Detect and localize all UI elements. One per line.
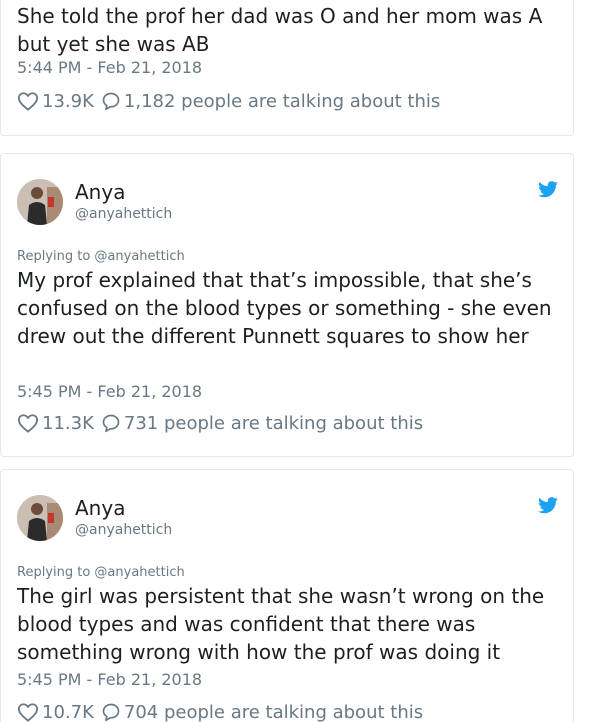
tweet-timestamp[interactable]: 5:45 PM - Feb 21, 2018	[17, 670, 202, 689]
speech-bubble-icon	[101, 702, 121, 722]
avatar[interactable]	[17, 179, 63, 225]
like-count: 11.3K	[42, 412, 94, 434]
talk-link[interactable]: 731 people are talking about this	[101, 413, 430, 434]
tweet-text: The girl was persistent that she wasn’t …	[17, 584, 551, 664]
talking-text: 704 people are talking about this	[123, 701, 424, 722]
author-name[interactable]: Anya	[75, 180, 125, 204]
tweet-header: Anya @anyahettich	[17, 179, 559, 227]
heart-icon	[17, 91, 39, 111]
like-count: 10.7K	[42, 701, 94, 722]
tweet-timestamp[interactable]: 5:45 PM - Feb 21, 2018	[17, 382, 202, 401]
tweet-text: She told the prof her dad was O and her …	[17, 4, 549, 56]
tweet-timestamp[interactable]: 5:44 PM - Feb 21, 2018	[17, 58, 202, 77]
replying-to[interactable]: Replying to @anyahettich	[17, 565, 185, 581]
talk-link[interactable]: 1,182 people are talking about this	[101, 91, 447, 112]
tweet-card[interactable]: Anya @anyahettich Replying to @anyahetti…	[0, 153, 574, 457]
tweet-card[interactable]: She told the prof her dad was O and her …	[0, 0, 574, 136]
speech-bubble-icon	[101, 91, 121, 111]
like-count: 13.9K	[42, 90, 94, 112]
heart-icon	[17, 702, 39, 722]
tweet-thread: She told the prof her dad was O and her …	[0, 0, 600, 722]
author-name[interactable]: Anya	[75, 496, 125, 520]
avatar[interactable]	[17, 495, 63, 541]
author-handle[interactable]: @anyahettich	[75, 205, 172, 223]
like-button[interactable]: 11.3K	[17, 413, 101, 434]
speech-bubble-icon	[101, 413, 121, 433]
author-handle[interactable]: @anyahettich	[75, 521, 172, 539]
heart-icon	[17, 413, 39, 433]
talking-text: 1,182 people are talking about this	[123, 90, 441, 112]
tweet-card[interactable]: Anya @anyahettich Replying to @anyahetti…	[0, 469, 574, 722]
tweet-text: My prof explained that that’s impossible…	[17, 268, 558, 348]
tweet-actions: 10.7K 704 people are talking about this	[17, 700, 430, 722]
replying-to[interactable]: Replying to @anyahettich	[17, 249, 185, 265]
twitter-bird-icon[interactable]	[537, 181, 559, 203]
tweet-actions: 11.3K 731 people are talking about this	[17, 411, 430, 435]
like-button[interactable]: 10.7K	[17, 702, 101, 722]
talking-text: 731 people are talking about this	[123, 412, 424, 434]
like-button[interactable]: 13.9K	[17, 91, 101, 112]
tweet-actions: 13.9K 1,182 people are talking about thi…	[17, 89, 447, 113]
tweet-header: Anya @anyahettich	[17, 495, 559, 543]
talk-link[interactable]: 704 people are talking about this	[101, 702, 430, 722]
twitter-bird-icon[interactable]	[537, 497, 559, 519]
